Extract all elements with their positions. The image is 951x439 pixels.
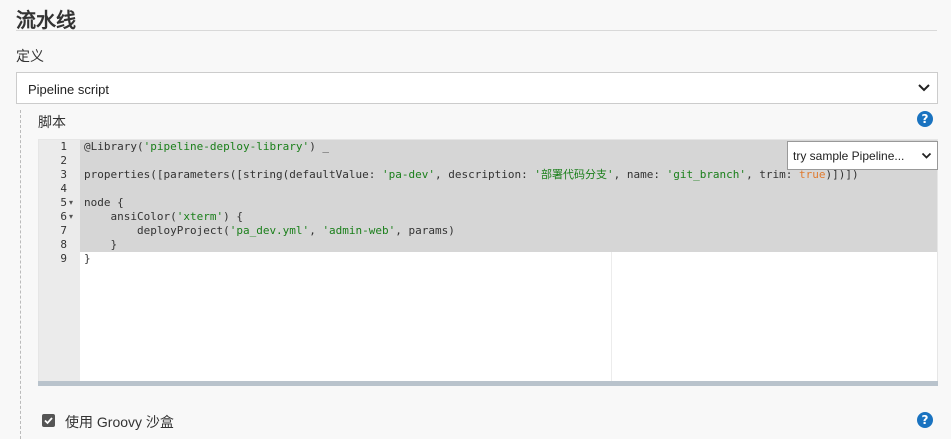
line-number: 4	[60, 182, 67, 195]
code-token: , params)	[395, 224, 455, 237]
chevron-down-icon	[921, 152, 932, 159]
code-line: node {	[84, 196, 124, 210]
definition-label: 定义	[16, 48, 44, 64]
line-number: 6	[60, 210, 67, 223]
code-token: ansiColor(	[84, 210, 177, 223]
line-number: 7	[60, 224, 67, 237]
line-number: 3	[60, 168, 67, 181]
code-token: @Library(	[84, 140, 144, 153]
line-number: 9	[60, 252, 67, 265]
code-token: 'git_branch'	[666, 168, 747, 181]
code-token: deployProject(	[84, 224, 230, 237]
fold-toggle-icon[interactable]: ▾	[69, 210, 73, 224]
sample-pipeline-select-value: try sample Pipeline...	[793, 149, 905, 163]
code-token: ) {	[223, 210, 243, 223]
definition-select[interactable]: Pipeline script	[16, 72, 938, 104]
fold-toggle-icon[interactable]: ▾	[69, 196, 73, 210]
checkmark-icon	[44, 417, 53, 425]
code-line: deployProject('pa_dev.yml', 'admin-web',…	[84, 224, 455, 238]
pipeline-script-editor[interactable]: 1 @Library('pipeline-deploy-library') _ 2 3…	[38, 139, 938, 382]
code-token: }	[84, 238, 118, 251]
editor-resize-handle[interactable]	[38, 381, 938, 386]
line-number: 1	[60, 140, 67, 153]
help-icon[interactable]: ?	[917, 111, 933, 127]
line-number: 8	[60, 238, 67, 251]
code-line: @Library('pipeline-deploy-library') _	[84, 140, 329, 154]
code-token: properties([parameters([string(defaultVa…	[84, 168, 383, 181]
code-token: 'pa-dev'	[382, 168, 435, 181]
nested-section-indicator	[20, 110, 21, 439]
code-token: '部署代码分支'	[534, 168, 614, 181]
editor-print-margin	[611, 252, 612, 381]
line-number: 2	[60, 154, 67, 167]
code-line: properties([parameters([string(defaultVa…	[84, 168, 859, 182]
code-token: ,	[309, 224, 323, 237]
code-line: ansiColor('xterm') {	[84, 210, 243, 224]
code-token: 'admin-web'	[322, 224, 396, 237]
code-token: 'pipeline-deploy-library'	[143, 140, 310, 153]
code-line: }	[84, 238, 117, 252]
code-token: ) _	[309, 140, 330, 153]
definition-select-value: Pipeline script	[28, 82, 109, 97]
code-token: 'xterm'	[176, 210, 224, 223]
groovy-sandbox-checkbox[interactable]	[42, 414, 55, 427]
code-token: node {	[84, 196, 124, 209]
code-token: 'pa_dev.yml'	[229, 224, 310, 237]
section-divider	[16, 30, 937, 31]
code-token: }	[84, 252, 91, 265]
code-line: }	[84, 252, 91, 266]
sample-pipeline-select[interactable]: try sample Pipeline...	[787, 141, 938, 170]
line-number: 5	[60, 196, 67, 209]
help-icon[interactable]: ?	[917, 412, 933, 428]
chevron-down-icon	[918, 84, 930, 92]
section-title: 流水线	[16, 10, 76, 32]
code-token: , name:	[613, 168, 667, 181]
script-label: 脚本	[38, 114, 66, 130]
code-token: , description:	[435, 168, 535, 181]
groovy-sandbox-label: 使用 Groovy 沙盒	[65, 414, 174, 430]
